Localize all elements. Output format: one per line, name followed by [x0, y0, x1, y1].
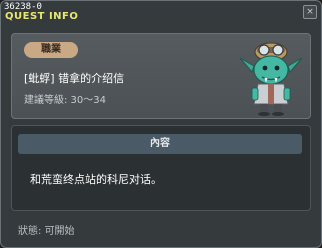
goblin-npc-icon — [239, 42, 303, 116]
quest-status: 狀態: 可開始 — [18, 226, 75, 237]
content-text: 和荒蛮终点站的科尼对话。 — [30, 173, 162, 186]
quest-name: [蚍蜉] 错拿的介绍信 — [24, 72, 125, 85]
recommended-level: 建議等級: 30〜34 — [24, 95, 106, 106]
quest-category-tag: 職業 — [24, 42, 78, 58]
quest-content-panel: 內容 和荒蛮终点站的科尼对话。 — [11, 125, 311, 211]
quest-summary-panel: 職業 [蚍蜉] 错拿的介绍信 建議等級: 30〜34 — [11, 33, 311, 119]
quest-info-window: 36238-0 QUEST INFO × 職業 [蚍蜉] 错拿的介绍信 建議等級… — [0, 0, 322, 248]
close-icon[interactable]: × — [303, 5, 317, 19]
content-header: 內容 — [18, 134, 302, 154]
window-title: QUEST INFO — [5, 11, 79, 22]
